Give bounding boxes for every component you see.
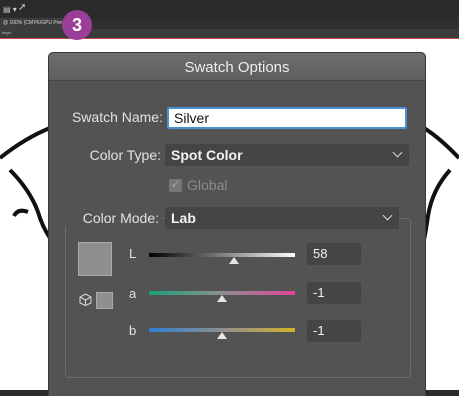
l-slider-thumb[interactable]	[228, 257, 239, 264]
l-slider-track[interactable]	[149, 253, 295, 257]
step-number-badge: 3	[62, 10, 92, 40]
chevron-down-icon	[392, 147, 403, 158]
dialog-title-bar[interactable]: Swatch Options	[49, 53, 425, 81]
color-type-select[interactable]: Spot Color	[165, 144, 409, 166]
color-type-label: Color Type:	[89, 147, 161, 163]
chevron-down-icon	[382, 210, 393, 221]
swatch-options-dialog: Swatch Options Swatch Name: Silver Color…	[48, 52, 426, 396]
b-value-field[interactable]: -1	[307, 320, 361, 342]
a-slider-thumb[interactable]	[217, 295, 227, 302]
out-of-web-gamut-cube-icon[interactable]	[79, 293, 92, 306]
color-preview-swatch	[78, 242, 112, 276]
web-safe-color-swatch[interactable]	[96, 292, 113, 309]
color-type-value: Spot Color	[171, 147, 243, 163]
ruler-label: kegin	[2, 30, 12, 35]
swatch-name-label: Swatch Name:	[71, 109, 163, 125]
color-mode-value: Lab	[171, 210, 196, 226]
l-value-field[interactable]: 58	[307, 243, 361, 265]
channel-label-a: a	[129, 286, 137, 301]
send-arrow-icon[interactable]: ➚	[18, 2, 26, 14]
channel-label-l: L	[129, 246, 137, 261]
b-slider-thumb[interactable]	[217, 332, 227, 339]
dialog-title: Swatch Options	[184, 59, 290, 76]
color-mode-label: Color Mode:	[59, 210, 161, 226]
global-checkbox[interactable]: ✓	[169, 179, 182, 192]
swatch-name-input[interactable]: Silver	[167, 107, 407, 129]
workspace-grid-icon[interactable]: ▤ ▾	[3, 6, 17, 14]
color-mode-select[interactable]: Lab	[165, 207, 399, 229]
channel-label-b: b	[129, 323, 137, 338]
global-label: Global	[187, 177, 228, 193]
a-value-field[interactable]: -1	[307, 282, 361, 304]
